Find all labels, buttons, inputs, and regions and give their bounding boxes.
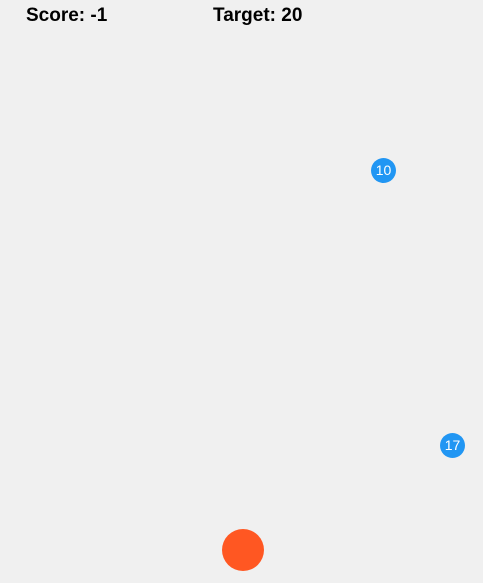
target-label: Target: xyxy=(213,5,276,26)
player-circle[interactable] xyxy=(222,529,264,571)
ball-number: 17 xyxy=(444,437,461,453)
ball-number: 10 xyxy=(375,162,392,178)
game-area[interactable]: { "hud": { "score_label": "Score:", "sco… xyxy=(0,0,483,583)
target-value: 20 xyxy=(281,5,303,26)
number-ball[interactable]: 10 xyxy=(371,158,396,183)
score-value: -1 xyxy=(90,5,108,26)
score-display: Score: -1 xyxy=(26,5,107,27)
number-ball[interactable]: 17 xyxy=(440,433,465,458)
target-display: Target: 20 xyxy=(213,5,302,27)
score-label: Score: xyxy=(26,5,86,26)
